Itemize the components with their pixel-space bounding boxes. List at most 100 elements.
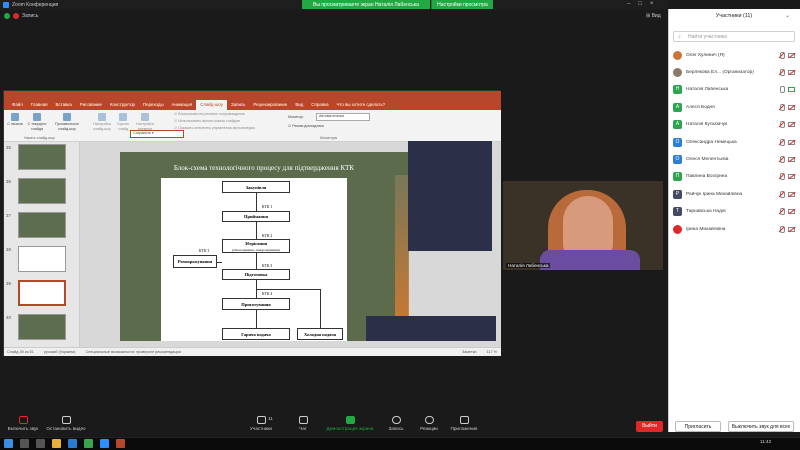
participant-avatar bbox=[673, 67, 682, 77]
accessibility-status[interactable]: Специальные возможности: проверьте реком… bbox=[86, 350, 181, 354]
microphone-muted-icon bbox=[778, 68, 785, 76]
unmute-button[interactable]: Включить звук bbox=[4, 416, 42, 431]
narration-checkbox[interactable]: ☑ Воспроизвести речевое сопровождение bbox=[174, 112, 245, 117]
timings-label: Использовать время показа слайдов bbox=[178, 119, 240, 123]
participant-initial: А bbox=[673, 102, 682, 112]
record-dropdown[interactable]: Сохранить ▾ bbox=[130, 130, 184, 138]
record-button[interactable]: Запись bbox=[384, 416, 408, 431]
camera-off-icon bbox=[788, 209, 795, 215]
timings-checkbox[interactable]: ☑ Использовать время показа слайдов bbox=[174, 119, 240, 124]
rehearse-button[interactable]: Настройка времени bbox=[133, 113, 157, 131]
slide-thumbnail[interactable] bbox=[18, 144, 66, 170]
from-beginning-button[interactable]: С начала bbox=[7, 113, 23, 127]
record-dropdown-label: Сохранить bbox=[133, 131, 151, 135]
ribbon-tab[interactable]: Конструктор bbox=[106, 100, 139, 110]
monitor-select[interactable]: Автоматически bbox=[316, 113, 370, 121]
participant-avatar bbox=[673, 224, 682, 234]
presenter-view-checkbox[interactable]: ☑ Режим докладчика bbox=[288, 124, 324, 129]
participant-row[interactable]: Р Райчук Ірина Михайлівна bbox=[673, 187, 795, 201]
apps-icon bbox=[459, 416, 469, 424]
close-icon[interactable]: × bbox=[650, 1, 654, 7]
participant-row[interactable]: Ірина Михайлівна bbox=[673, 222, 795, 236]
search-placeholder: Найти участника bbox=[688, 34, 727, 40]
meeting-status: Запись bbox=[4, 13, 38, 19]
edge-icon[interactable] bbox=[68, 439, 77, 448]
microphone-muted-icon bbox=[778, 138, 785, 146]
zoom-taskbar-icon[interactable] bbox=[100, 439, 109, 448]
task-view-icon[interactable] bbox=[36, 439, 45, 448]
participant-row[interactable]: А Алеся Бодня bbox=[673, 100, 795, 114]
participant-name: Берлякова Ел... (Организатор) bbox=[686, 69, 754, 75]
share-screen-button[interactable]: Демонстрация экрана bbox=[322, 416, 378, 431]
ribbon-tab[interactable]: Запись bbox=[227, 100, 249, 110]
custom-show-button[interactable]: Произвольное слайд-шоу bbox=[52, 113, 82, 131]
view-button[interactable]: ⊞ Вид bbox=[646, 13, 661, 19]
hide-slide-label: Скрыть слайд bbox=[116, 122, 130, 131]
leave-button[interactable]: Выйти bbox=[636, 421, 663, 432]
participant-row[interactable]: А Наталія Кульбачук bbox=[673, 118, 795, 132]
participant-row[interactable]: О Олеся Мелентьєва bbox=[673, 152, 795, 166]
participant-search-input[interactable]: ⌕ Найти участника bbox=[673, 31, 795, 42]
setup-show-button[interactable]: Настройка слайд-шоу bbox=[90, 113, 114, 131]
ribbon-tab[interactable]: Рецензирование bbox=[249, 100, 291, 110]
hide-slide-button[interactable]: Скрыть слайд bbox=[114, 113, 132, 131]
apps-button[interactable]: Приложения bbox=[448, 416, 480, 431]
camera-off-icon bbox=[788, 69, 795, 75]
maximize-icon[interactable]: □ bbox=[638, 1, 642, 7]
ribbon-tab[interactable]: Вставка bbox=[52, 100, 76, 110]
powerpoint-taskbar-icon[interactable] bbox=[116, 439, 125, 448]
participant-initial: А bbox=[673, 120, 682, 130]
camera-off-icon bbox=[788, 52, 795, 58]
camera-icon bbox=[61, 416, 71, 424]
slide-thumbnail[interactable] bbox=[18, 280, 66, 306]
slide-thumbnail[interactable] bbox=[18, 246, 66, 272]
powerpoint-titlebar bbox=[4, 91, 501, 100]
participant-row[interactable]: П Павлина Возгрина bbox=[673, 170, 795, 184]
ribbon-tab[interactable]: Переходы bbox=[139, 100, 168, 110]
zoom-level[interactable]: 117 % bbox=[487, 350, 497, 354]
ribbon-tab[interactable]: Главная bbox=[27, 100, 52, 110]
stop-video-button[interactable]: Остановить видео bbox=[44, 416, 88, 431]
chat-label: Чат bbox=[299, 426, 307, 431]
taskbar-search-icon[interactable] bbox=[20, 439, 29, 448]
ribbon-tab[interactable]: Анимация bbox=[168, 100, 197, 110]
security-shield-icon[interactable] bbox=[4, 13, 10, 19]
flow-box-hot-serving: Гаряча подача bbox=[222, 328, 290, 340]
chat-button[interactable]: Чат bbox=[292, 416, 314, 431]
slide-thumbnail[interactable] bbox=[18, 314, 66, 340]
storage-label: Зберігання bbox=[244, 241, 268, 246]
participant-name: Наталія Лабенська bbox=[686, 87, 729, 93]
start-icon[interactable] bbox=[4, 439, 13, 448]
notes-button[interactable]: Заметки bbox=[462, 350, 477, 354]
view-options-button[interactable]: Настройки просмотра bbox=[431, 0, 493, 9]
view-label: Вид bbox=[651, 13, 661, 19]
ribbon-tab[interactable]: Слайд-шоу bbox=[196, 100, 227, 110]
participant-row[interactable]: О Олександра Немецька bbox=[673, 135, 795, 149]
ribbon-tab[interactable]: Файл bbox=[8, 100, 27, 110]
file-explorer-icon[interactable] bbox=[52, 439, 61, 448]
presenter-panel-lower bbox=[366, 316, 496, 341]
ribbon-tab[interactable]: Рисование bbox=[76, 100, 106, 110]
flow-box-purchase: Закупівля bbox=[222, 181, 290, 193]
ribbon-tab[interactable]: Что вы хотите сделать? bbox=[333, 100, 390, 110]
participant-row[interactable]: Т Тарнавська Надія bbox=[673, 205, 795, 219]
participant-row[interactable]: Олег Кулинич (Я) bbox=[673, 48, 795, 62]
ribbon-tab[interactable]: Справка bbox=[307, 100, 332, 110]
reactions-button[interactable]: Реакции bbox=[416, 416, 442, 431]
language-label[interactable]: русский (Украина) bbox=[44, 350, 76, 354]
invite-button[interactable]: Пригласить bbox=[675, 421, 721, 432]
chrome-icon[interactable] bbox=[84, 439, 93, 448]
from-current-button[interactable]: С текущего слайда bbox=[26, 113, 48, 131]
ribbon-tab[interactable]: Вид bbox=[291, 100, 307, 110]
participant-row[interactable]: Н Наталія Лабенська bbox=[673, 83, 795, 97]
slide-thumbnail[interactable] bbox=[18, 178, 66, 204]
minimize-icon[interactable]: – bbox=[627, 1, 630, 7]
microphone-muted-icon bbox=[778, 225, 785, 233]
panel-menu-icon[interactable]: ⌄ bbox=[785, 12, 790, 19]
mute-all-button[interactable]: Выключить звук для всех bbox=[728, 421, 794, 432]
share-banner: Вы просматриваете экран Наталія Лабенськ… bbox=[302, 0, 430, 9]
media-controls-checkbox[interactable]: ☑ Показать элементы управления мультимед… bbox=[174, 126, 255, 131]
participant-row[interactable]: Берлякова Ел... (Организатор) bbox=[673, 65, 795, 79]
slide-counter: Слайд 39 из 51 bbox=[7, 350, 34, 354]
slide-thumbnail[interactable] bbox=[18, 212, 66, 238]
